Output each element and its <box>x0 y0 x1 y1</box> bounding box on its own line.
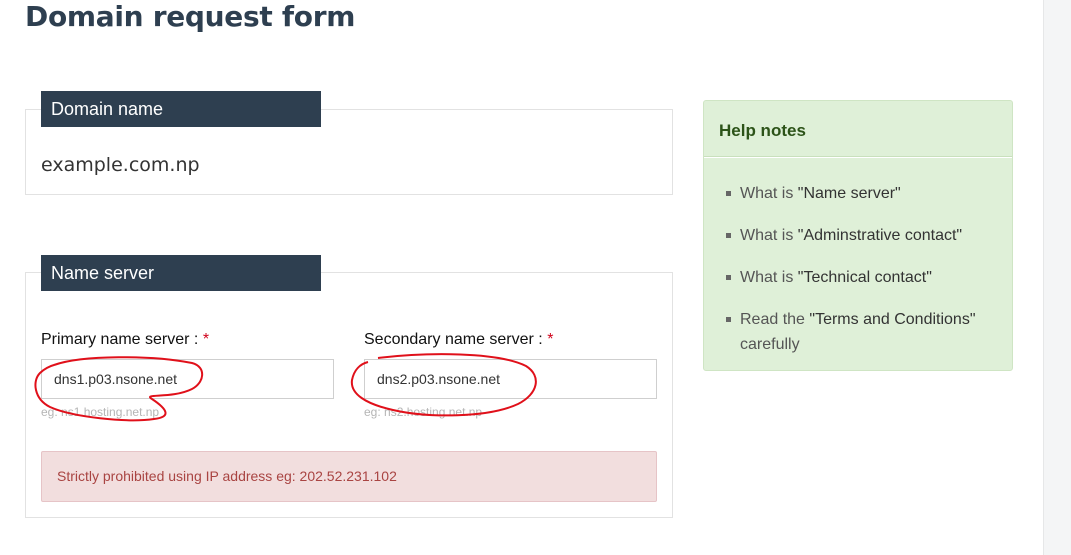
required-mark: * <box>547 331 554 348</box>
help-item-technical-contact: What is "Technical contact" <box>725 265 995 290</box>
primary-name-server-label: Primary name server : * <box>41 331 209 349</box>
right-gutter <box>1043 0 1071 555</box>
help-item-suffix: carefully <box>740 336 800 353</box>
secondary-name-server-label: Secondary name server : * <box>364 331 553 349</box>
help-divider <box>704 156 1012 157</box>
help-item-prefix: What is <box>740 227 798 244</box>
page-title: Domain request form <box>25 0 356 33</box>
help-item-name-server: What is "Name server" <box>725 181 995 206</box>
bullet-icon <box>726 191 731 196</box>
help-notes-title: Help notes <box>719 121 806 140</box>
help-item-terms: Read the "Terms and Conditions" carefull… <box>725 307 995 357</box>
bullet-icon <box>726 317 731 322</box>
primary-label-text: Primary name server : <box>41 331 203 348</box>
required-mark: * <box>202 331 210 348</box>
technical-contact-link[interactable]: "Technical contact" <box>798 269 932 286</box>
secondary-label-text: Secondary name server : <box>364 331 548 348</box>
help-notes-panel: Help notes What is "Name server" What is… <box>703 100 1013 371</box>
bullet-icon <box>726 233 731 238</box>
help-item-prefix: Read the <box>740 311 810 328</box>
domain-name-heading: Domain name <box>41 91 321 127</box>
admin-contact-link[interactable]: "Adminstrative contact" <box>798 227 962 244</box>
bullet-icon <box>726 275 731 280</box>
domain-name-panel: Domain name example.com.np <box>25 91 673 195</box>
help-item-prefix: What is <box>740 269 798 286</box>
name-server-panel: Name server Primary name server : * eg: … <box>25 255 673 518</box>
help-item-prefix: What is <box>740 185 798 202</box>
name-server-heading: Name server <box>41 255 321 291</box>
domain-name-value: example.com.np <box>41 154 200 176</box>
primary-name-server-input[interactable] <box>41 359 334 399</box>
ip-warning-alert: Strictly prohibited using IP address eg:… <box>41 451 657 502</box>
secondary-name-server-input[interactable] <box>364 359 657 399</box>
primary-name-server-hint: eg: ns1.hosting.net.np <box>41 405 160 419</box>
help-item-admin-contact: What is "Adminstrative contact" <box>725 223 995 248</box>
name-server-link[interactable]: "Name server" <box>798 185 901 202</box>
secondary-name-server-hint: eg: ns2.hosting.net.np <box>364 405 483 419</box>
terms-link[interactable]: "Terms and Conditions" <box>809 311 975 328</box>
help-notes-list: What is "Name server" What is "Adminstra… <box>725 181 995 374</box>
